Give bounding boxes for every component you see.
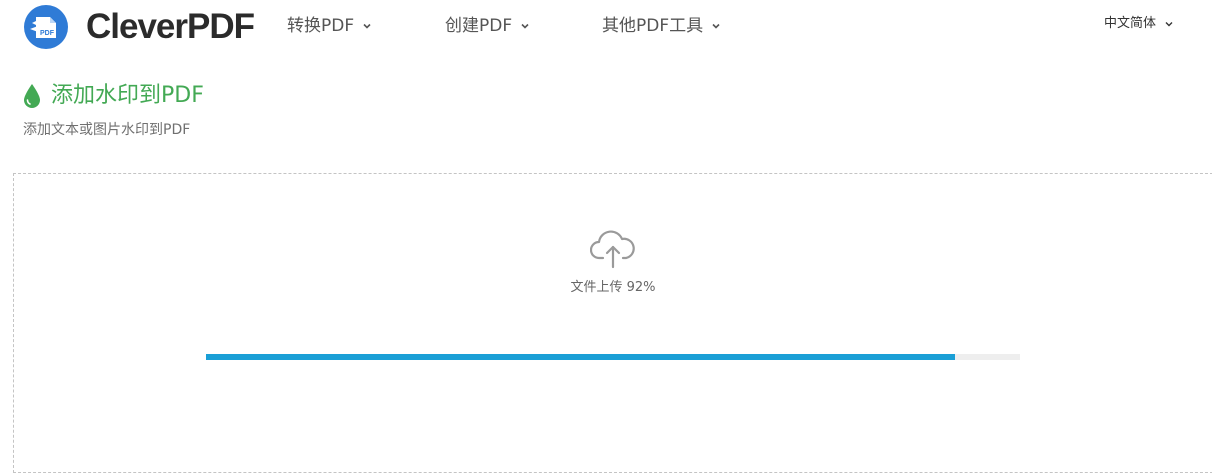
logo-wordmark: CleverPDF (86, 7, 255, 46)
nav-create-pdf-label: 创建PDF (445, 16, 513, 36)
logo-badge-text: PDF (40, 30, 55, 37)
cloud-upload-icon (590, 230, 635, 269)
language-selector[interactable]: 中文简体 (1104, 14, 1174, 34)
chevron-down-icon (1165, 22, 1173, 27)
nav-other-pdf-tools-label: 其他PDF工具 (602, 16, 704, 36)
page-heading: 添加水印到PDF (22, 82, 204, 110)
file-dropzone[interactable] (13, 173, 1212, 473)
page-title: 添加水印到PDF (51, 83, 204, 108)
nav-convert-pdf[interactable]: 转换PDF (287, 14, 372, 38)
language-label: 中文简体 (1104, 16, 1157, 31)
upload-status-text: 文件上传 92% (570, 280, 656, 295)
cleverpdf-logo-icon: PDF (24, 5, 68, 49)
top-navigation-bar: PDF CleverPDF 转换PDF 创建PDF 其他PDF工具 中文简体 (0, 0, 1212, 52)
cleverpdf-logo-link[interactable]: PDF CleverPDF (24, 5, 255, 49)
chevron-down-icon (712, 23, 720, 29)
nav-create-pdf[interactable]: 创建PDF (445, 14, 530, 38)
upload-progress-bar (206, 354, 1020, 360)
chevron-down-icon (521, 23, 529, 29)
upload-progress-fill (206, 354, 955, 360)
chevron-down-icon (363, 23, 371, 29)
nav-other-pdf-tools[interactable]: 其他PDF工具 (602, 14, 721, 38)
page-subtitle: 添加文本或图片水印到PDF (23, 122, 191, 138)
nav-convert-pdf-label: 转换PDF (287, 16, 355, 36)
water-drop-icon (24, 84, 40, 108)
